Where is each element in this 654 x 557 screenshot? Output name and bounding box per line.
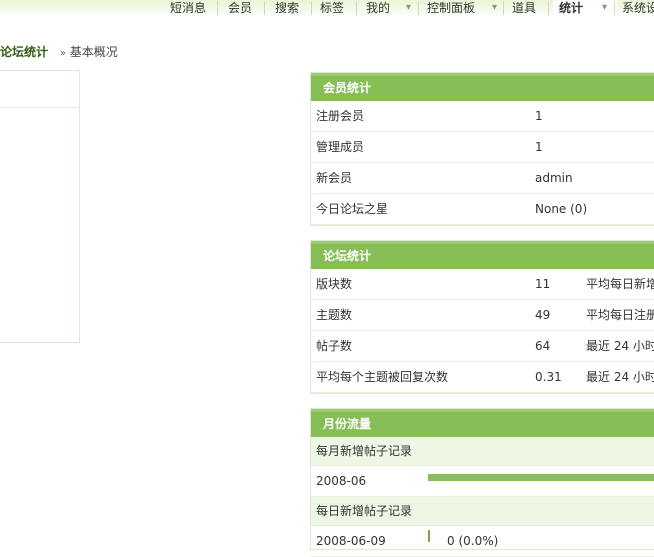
nav-divider <box>503 1 504 15</box>
top-navigation: 短消息 会员 搜索 标签 我的 ▾ 控制面板 ▾ 道具 统计 ▾ 系统设 <box>0 0 654 18</box>
table-row: 2008-06-09 0 (0.0%) <box>311 526 654 557</box>
forum-stats-table: 论坛统计 版块数 11 平均每日新增 主题数 49 平均每日注册 帖子数 64 … <box>310 240 654 394</box>
nav-divider <box>217 1 218 15</box>
month-label: 2008-06 <box>316 474 367 488</box>
nav-divider <box>548 1 549 15</box>
table-row: 管理成员 1 <box>311 132 654 163</box>
nav-tools[interactable]: 道具 <box>512 0 536 16</box>
breadcrumb-title[interactable]: 论坛统计 <box>0 45 48 59</box>
row-value: 0.31 <box>535 370 562 384</box>
row-extra-label: 平均每日新增 <box>586 277 654 291</box>
daily-title: 每日新增帖子记录 <box>316 504 413 518</box>
row-extra-label: 最近 24 小时 <box>586 370 654 384</box>
row-label: 注册会员 <box>316 109 365 123</box>
row-label: 版块数 <box>316 277 353 291</box>
breadcrumb-separator: » <box>59 48 66 59</box>
row-label: 管理成员 <box>316 140 365 154</box>
row-extra-label: 最近 24 小时 <box>586 339 654 353</box>
member-stats-header: 会员统计 <box>311 73 654 101</box>
nav-messages[interactable]: 短消息 <box>170 0 206 16</box>
nav-my[interactable]: 我的 <box>366 0 390 16</box>
row-extra-label: 平均每日注册 <box>586 308 654 322</box>
row-value: None (0) <box>535 202 588 216</box>
left-panel <box>0 70 80 343</box>
table-row: 新会员 admin <box>311 163 654 194</box>
row-value-link[interactable]: admin <box>535 163 573 193</box>
row-label: 帖子数 <box>316 339 353 353</box>
table-row: 2008-06 <box>311 466 654 497</box>
monthly-traffic-header: 月份流量 <box>311 409 654 437</box>
table-row: 注册会员 1 <box>311 101 654 132</box>
nav-stats[interactable]: 统计 <box>553 0 617 16</box>
row-label: 主题数 <box>316 308 353 322</box>
nav-search[interactable]: 搜索 <box>275 0 299 16</box>
day-label: 2008-06-09 <box>316 534 386 548</box>
day-progress-bar <box>428 530 430 542</box>
monthly-traffic-table: 月份流量 每月新增帖子记录 2008-06 每日新增帖子记录 2008-06-0… <box>310 408 654 557</box>
row-value: 1 <box>535 140 543 154</box>
row-value: 11 <box>535 277 551 291</box>
breadcrumb: 论坛统计 » 基本概况 <box>0 43 118 60</box>
nav-divider <box>356 1 357 15</box>
nav-members[interactable]: 会员 <box>228 0 252 16</box>
row-label: 平均每个主题被回复次数 <box>316 370 449 384</box>
chevron-down-icon[interactable]: ▾ <box>492 2 497 13</box>
nav-system-settings[interactable]: 系统设 <box>622 0 654 16</box>
row-value: 64 <box>535 339 551 353</box>
row-value: 1 <box>535 109 543 123</box>
nav-divider <box>311 1 312 15</box>
forum-stats-header: 论坛统计 <box>311 241 654 269</box>
nav-control-panel[interactable]: 控制面板 <box>427 0 475 16</box>
panel-divider <box>0 107 79 108</box>
table-row: 平均每个主题被回复次数 0.31 最近 24 小时 <box>311 362 654 393</box>
row-label: 新会员 <box>316 171 353 185</box>
section-subheader: 每月新增帖子记录 <box>311 437 654 466</box>
row-label: 今日论坛之星 <box>316 202 389 216</box>
nav-divider <box>418 1 419 15</box>
table-row: 今日论坛之星 None (0) <box>311 194 654 225</box>
section-subheader: 每日新增帖子记录 <box>311 497 654 526</box>
nav-tags[interactable]: 标签 <box>320 0 344 16</box>
chevron-down-icon[interactable]: ▾ <box>406 2 411 13</box>
breadcrumb-current: 基本概况 <box>69 45 118 59</box>
table-row: 版块数 11 平均每日新增 <box>311 269 654 300</box>
table-row: 主题数 49 平均每日注册 <box>311 300 654 331</box>
row-value: 49 <box>535 308 551 322</box>
nav-divider <box>264 1 265 15</box>
table-row: 帖子数 64 最近 24 小时 <box>311 331 654 362</box>
nav-divider <box>614 1 615 15</box>
month-progress-bar <box>428 474 654 481</box>
day-value: 0 (0.0%) <box>447 534 499 548</box>
monthly-title: 每月新增帖子记录 <box>316 444 413 458</box>
chevron-down-icon[interactable]: ▾ <box>602 2 607 13</box>
member-stats-table: 会员统计 注册会员 1 管理成员 1 新会员 admin 今日论坛之星 None… <box>310 72 654 226</box>
